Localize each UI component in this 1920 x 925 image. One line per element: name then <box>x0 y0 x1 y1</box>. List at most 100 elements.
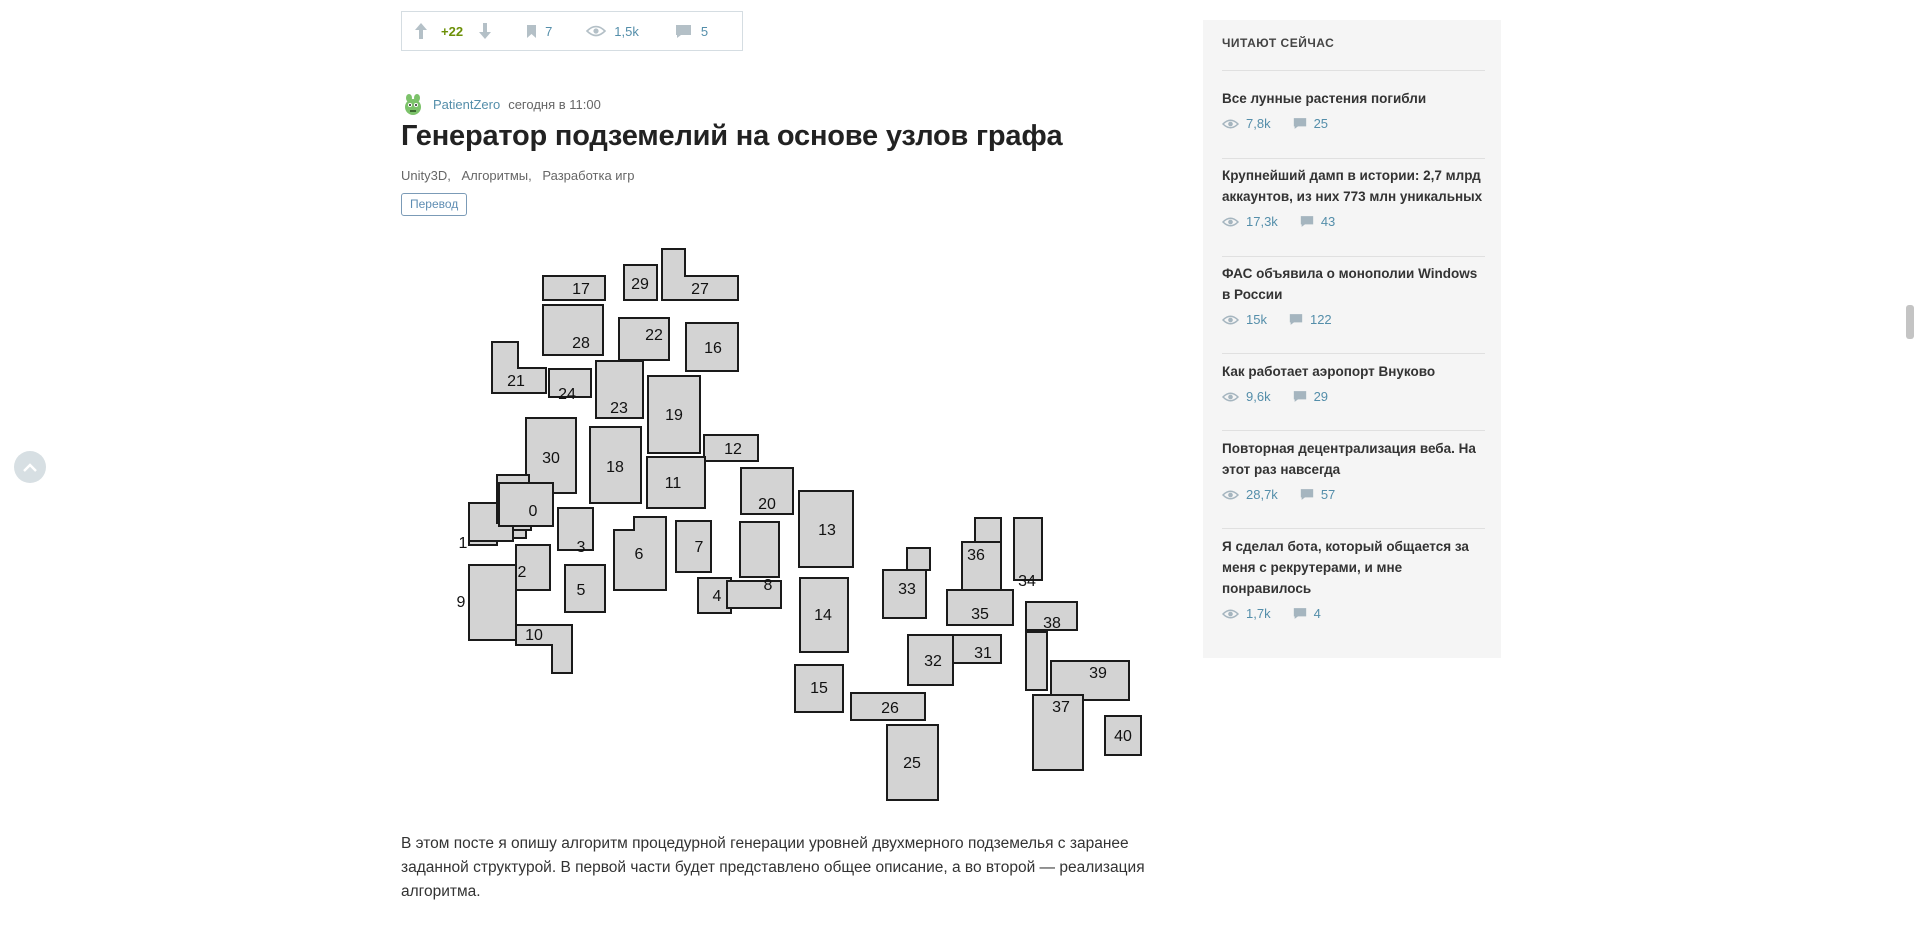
comment-icon <box>1300 489 1313 500</box>
sidebar-article: Крупнейший дамп в истории: 2,7 млрд акка… <box>1222 165 1485 229</box>
comment-icon[interactable] <box>675 24 692 39</box>
dungeon-map-image: 0 1 2 3 4 5 6 7 8 9 10 11 12 13 14 15 16… <box>457 248 1142 801</box>
room-label: 25 <box>903 755 921 772</box>
views-count: 15k <box>1246 312 1267 327</box>
hub-link-unity3d[interactable]: Unity3D, <box>401 168 451 183</box>
views-count: 17,3k <box>1246 214 1278 229</box>
room-label: 39 <box>1089 665 1107 682</box>
comment-icon <box>1293 608 1306 619</box>
bookmark-icon[interactable] <box>526 24 537 39</box>
room-label: 14 <box>814 607 832 624</box>
divider <box>1222 70 1485 71</box>
reading-now-sidebar: ЧИТАЮТ СЕЙЧАС Все лунные растения погибл… <box>1203 20 1501 658</box>
divider <box>1222 158 1485 159</box>
room-label: 11 <box>665 475 682 492</box>
comments-count[interactable]: 29 <box>1314 389 1328 404</box>
scroll-to-top-button[interactable] <box>14 451 46 483</box>
room-label: 31 <box>974 645 992 662</box>
room-label: 15 <box>810 680 828 697</box>
sidebar-article-link[interactable]: ФАС объявила о монополии Windows в Росси… <box>1222 263 1485 305</box>
sidebar-article-link[interactable]: Все лунные растения погибли <box>1222 88 1485 109</box>
room-label: 1 <box>459 535 468 552</box>
eye-icon <box>1222 315 1239 324</box>
views-count: 9,6k <box>1246 389 1271 404</box>
room-label: 32 <box>924 653 942 670</box>
post-author-line: PatientZero сегодня в 11:00 <box>401 92 601 116</box>
room-label: 8 <box>764 577 773 594</box>
comment-icon <box>1289 314 1303 325</box>
comments-count[interactable]: 25 <box>1314 116 1328 131</box>
comments-count[interactable]: 43 <box>1321 214 1335 229</box>
eye-icon <box>1222 609 1239 618</box>
author-name-link[interactable]: PatientZero <box>433 97 500 112</box>
comment-icon <box>1293 118 1306 129</box>
vote-score: +22 <box>441 23 464 39</box>
hub-link-gamedev[interactable]: Разработка игр <box>542 168 634 183</box>
room-label: 5 <box>577 582 586 599</box>
post-stats-bar: +22 7 1,5k 5 <box>401 11 743 51</box>
sidebar-article-link[interactable]: Крупнейший дамп в истории: 2,7 млрд акка… <box>1222 165 1485 207</box>
room-label: 0 <box>529 503 538 520</box>
comments-count[interactable]: 4 <box>1314 606 1321 621</box>
room-label: 18 <box>606 459 624 476</box>
views-count: 28,7k <box>1246 487 1278 502</box>
room-label: 27 <box>691 281 709 298</box>
room-label: 19 <box>665 407 683 424</box>
post-lead-paragraph: В этом посте я опишу алгоритм процедурно… <box>401 835 1145 900</box>
translation-badge[interactable]: Перевод <box>401 193 468 216</box>
bookmark-count: 7 <box>545 23 553 39</box>
room-label: 26 <box>881 700 899 717</box>
room-label: 28 <box>572 335 590 352</box>
room-label: 3 <box>577 539 586 556</box>
chevron-up-icon <box>23 462 37 472</box>
eye-icon <box>586 25 607 37</box>
sidebar-article: Я сделал бота, который общается за меня … <box>1222 536 1485 621</box>
room-label: 23 <box>610 400 628 417</box>
room-label: 38 <box>1043 615 1061 632</box>
comments-count[interactable]: 57 <box>1321 487 1335 502</box>
comments-count[interactable]: 5 <box>701 24 708 39</box>
views-count: 1,7k <box>1246 606 1271 621</box>
sidebar-article-link[interactable]: Повторная децентрализация веба. На этот … <box>1222 438 1485 480</box>
comments-count[interactable]: 122 <box>1310 312 1332 327</box>
room-label: 9 <box>457 594 466 611</box>
room-label: 34 <box>1018 573 1036 590</box>
eye-icon <box>1222 392 1239 401</box>
room-label: 24 <box>558 386 576 403</box>
sidebar-article: Повторная децентрализация веба. На этот … <box>1222 438 1485 502</box>
sidebar-article-link[interactable]: Я сделал бота, который общается за меня … <box>1222 536 1485 599</box>
sidebar-article: Как работает аэропорт Внуково 9,6k 29 <box>1222 361 1485 404</box>
room-label: 20 <box>758 496 776 513</box>
room-label: 36 <box>967 547 985 564</box>
room-label: 33 <box>898 581 916 598</box>
comment-icon <box>1300 216 1313 227</box>
scrollbar-thumb[interactable] <box>1906 305 1914 339</box>
room-label: 21 <box>507 373 525 390</box>
views-count: 7,8k <box>1246 116 1271 131</box>
room-label: 10 <box>525 627 543 644</box>
room-label: 30 <box>542 450 560 467</box>
room-label: 22 <box>645 327 663 344</box>
sidebar-heading: ЧИТАЮТ СЕЙЧАС <box>1222 36 1335 50</box>
eye-icon <box>1222 217 1239 226</box>
hub-link-algorithms[interactable]: Алгоритмы, <box>461 168 531 183</box>
sidebar-article: ФАС объявила о монополии Windows в Росси… <box>1222 263 1485 327</box>
divider <box>1222 256 1485 257</box>
sidebar-article: Все лунные растения погибли 7,8k 25 <box>1222 88 1485 131</box>
sidebar-article-link[interactable]: Как работает аэропорт Внуково <box>1222 361 1485 382</box>
vote-down-icon[interactable] <box>478 22 492 40</box>
views-count: 1,5k <box>614 23 639 39</box>
post-time: сегодня в 11:00 <box>508 96 601 112</box>
room-label: 37 <box>1052 699 1070 716</box>
eye-icon <box>1222 119 1239 128</box>
room-label: 2 <box>518 564 527 581</box>
room-label: 6 <box>635 546 644 563</box>
eye-icon <box>1222 490 1239 499</box>
divider <box>1222 353 1485 354</box>
comment-icon <box>1293 391 1306 402</box>
divider <box>1222 528 1485 529</box>
room-label: 16 <box>704 340 722 357</box>
page-title[interactable]: Генератор подземелий на основе узлов гра… <box>401 120 1063 153</box>
avatar-icon[interactable] <box>401 92 425 116</box>
vote-up-icon[interactable] <box>414 22 428 40</box>
